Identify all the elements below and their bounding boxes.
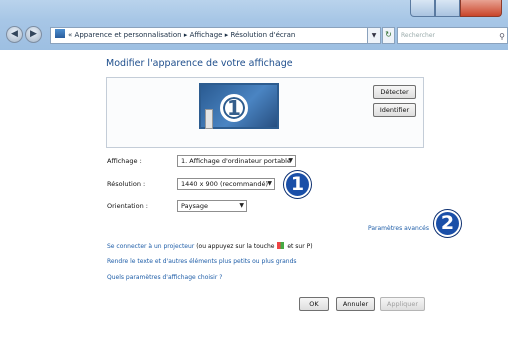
projector-hint-start: (ou appuyez sur la touche bbox=[196, 243, 275, 250]
search-icon[interactable]: ⚲ bbox=[499, 29, 505, 44]
search-placeholder: Rechercher bbox=[401, 32, 435, 39]
orientation-select[interactable]: Paysage ▼ bbox=[177, 200, 247, 212]
ok-button[interactable]: OK bbox=[299, 297, 329, 311]
resolution-select-value: 1440 x 900 (recommandé) bbox=[181, 180, 269, 188]
breadcrumb-separator[interactable]: ▸ bbox=[225, 31, 229, 39]
display-select-value: 1. Affichage d'ordinateur portable bbox=[181, 157, 291, 165]
orientation-select-value: Paysage bbox=[181, 202, 208, 210]
breadcrumb-prefix: « bbox=[68, 31, 73, 39]
address-dropdown-button[interactable]: ▼ bbox=[368, 27, 381, 44]
callout-badge-2: 2 bbox=[434, 210, 461, 237]
forward-arrow-icon[interactable]: ▶ bbox=[25, 26, 42, 43]
search-input[interactable]: Rechercher ⚲ bbox=[397, 27, 508, 44]
breadcrumb-resolution[interactable]: Résolution d'écran bbox=[230, 31, 295, 39]
chevron-down-icon: ▼ bbox=[267, 180, 272, 187]
projector-link[interactable]: Se connecter à un projecteur bbox=[107, 243, 194, 250]
caption-buttons bbox=[410, 0, 502, 18]
display-select[interactable]: 1. Affichage d'ordinateur portable ▼ bbox=[177, 155, 296, 167]
breadcrumb-separator[interactable]: ▸ bbox=[184, 31, 188, 39]
control-panel-icon bbox=[55, 29, 65, 38]
breadcrumb-display[interactable]: Affichage bbox=[190, 31, 223, 39]
address-bar[interactable]: « Apparence et personnalisation ▸ Affich… bbox=[50, 27, 368, 44]
page-title: Modifier l'apparence de votre affichage bbox=[106, 58, 293, 69]
cancel-button[interactable]: Annuler bbox=[336, 297, 375, 311]
callout-badge-1: 1 bbox=[284, 171, 311, 198]
detect-button[interactable]: Détecter bbox=[373, 85, 416, 99]
projector-hint-end: et sur P) bbox=[287, 243, 313, 250]
windows-key-icon bbox=[277, 242, 285, 249]
monitor-stand-icon bbox=[205, 109, 213, 129]
resolution-select[interactable]: 1440 x 900 (recommandé) ▼ bbox=[177, 178, 275, 190]
text-size-link[interactable]: Rendre le texte et d'autres éléments plu… bbox=[107, 258, 297, 265]
close-button[interactable] bbox=[460, 0, 502, 17]
apply-button[interactable]: Appliquer bbox=[380, 297, 425, 311]
refresh-icon[interactable]: ↻ bbox=[382, 27, 395, 44]
chevron-down-icon: ▼ bbox=[288, 157, 293, 164]
maximize-button[interactable] bbox=[435, 0, 460, 17]
advanced-settings-link[interactable]: Paramètres avancés bbox=[368, 225, 429, 232]
which-settings-link[interactable]: Quels paramètres d'affichage choisir ? bbox=[107, 274, 222, 281]
resolution-label: Résolution : bbox=[107, 180, 146, 188]
screen-resolution-window: ◀ ▶ « Apparence et personnalisation ▸ Af… bbox=[0, 0, 508, 364]
minimize-button[interactable] bbox=[410, 0, 435, 17]
title-bar: ◀ ▶ « Apparence et personnalisation ▸ Af… bbox=[0, 0, 508, 50]
breadcrumb-appearance[interactable]: Apparence et personnalisation bbox=[75, 31, 182, 39]
monitor-number: 1 bbox=[220, 94, 248, 122]
projector-row: Se connecter à un projecteur (ou appuyez… bbox=[107, 242, 313, 250]
identify-button[interactable]: Identifier bbox=[373, 103, 416, 117]
back-arrow-icon[interactable]: ◀ bbox=[6, 26, 23, 43]
orientation-label: Orientation : bbox=[107, 202, 148, 210]
chevron-down-icon: ▼ bbox=[239, 202, 244, 209]
display-label: Affichage : bbox=[107, 157, 142, 165]
